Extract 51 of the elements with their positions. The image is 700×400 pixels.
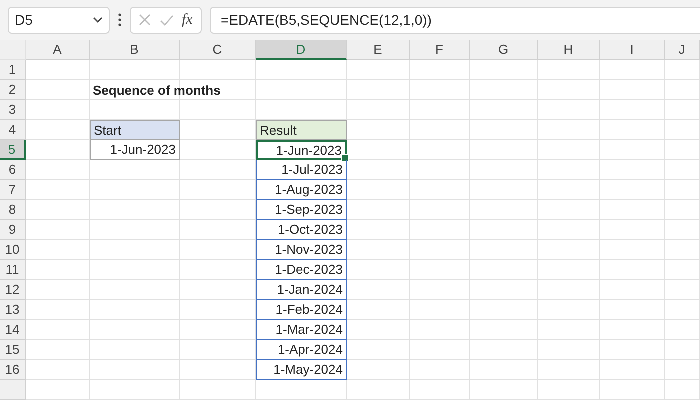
table-header: Start xyxy=(90,120,180,140)
table-cell: 1-Feb-2024 xyxy=(256,300,347,320)
table-cell: 1-Jan-2024 xyxy=(256,280,347,300)
table-cell: 1-Oct-2023 xyxy=(256,220,347,240)
row-header[interactable] xyxy=(0,380,26,400)
column-header[interactable]: J xyxy=(665,40,700,60)
column-header[interactable]: C xyxy=(180,40,256,60)
table-cell: 1-May-2024 xyxy=(256,360,347,380)
table-cell: 1-Jun-2023 xyxy=(90,140,180,160)
row-header[interactable]: 14 xyxy=(0,320,26,340)
column-header[interactable]: E xyxy=(347,40,410,60)
table-cell: 1-Sep-2023 xyxy=(256,200,347,220)
row-header[interactable]: 7 xyxy=(0,180,26,200)
more-options-icon[interactable] xyxy=(118,13,122,27)
row-header[interactable]: 9 xyxy=(0,220,26,240)
table-cell: 1-Aug-2023 xyxy=(256,180,347,200)
table-cell[interactable]: 1-Jun-2023 xyxy=(256,140,347,160)
select-all-button[interactable] xyxy=(0,40,26,60)
column-header[interactable]: G xyxy=(470,40,538,60)
table-header: Result xyxy=(256,120,347,140)
name-box[interactable]: D5 xyxy=(8,6,110,34)
row-header[interactable]: 12 xyxy=(0,280,26,300)
row-header[interactable]: 10 xyxy=(0,240,26,260)
row-header[interactable]: 8 xyxy=(0,200,26,220)
chevron-down-icon xyxy=(93,17,103,23)
row-header[interactable]: 16 xyxy=(0,360,26,380)
table-cell: 1-Nov-2023 xyxy=(256,240,347,260)
insert-function-button[interactable]: fx xyxy=(182,12,193,28)
row-header[interactable]: 2 xyxy=(0,80,26,100)
row-header[interactable]: 3 xyxy=(0,100,26,120)
row-header[interactable]: 13 xyxy=(0,300,26,320)
formula-input[interactable]: =EDATE(B5,SEQUENCE(12,1,0)) xyxy=(210,6,700,34)
column-header[interactable]: D xyxy=(256,40,347,60)
column-header[interactable]: B xyxy=(90,40,180,60)
row-header[interactable]: 5 xyxy=(0,140,26,160)
table-cell: 1-Dec-2023 xyxy=(256,260,347,280)
row-header[interactable]: 4 xyxy=(0,120,26,140)
column-header[interactable]: I xyxy=(600,40,665,60)
row-header[interactable]: 15 xyxy=(0,340,26,360)
cancel-icon[interactable] xyxy=(139,14,152,26)
column-header[interactable]: F xyxy=(410,40,470,60)
column-header[interactable]: A xyxy=(26,40,90,60)
table-cell: 1-Apr-2024 xyxy=(256,340,347,360)
row-header[interactable]: 6 xyxy=(0,160,26,180)
row-header[interactable]: 1 xyxy=(0,60,26,80)
sheet-title: Sequence of months xyxy=(92,82,222,100)
row-header[interactable]: 11 xyxy=(0,260,26,280)
table-cell: 1-Mar-2024 xyxy=(256,320,347,340)
column-header[interactable]: H xyxy=(538,40,600,60)
checkmark-icon[interactable] xyxy=(160,14,174,26)
table-cell: 1-Jul-2023 xyxy=(256,160,347,180)
